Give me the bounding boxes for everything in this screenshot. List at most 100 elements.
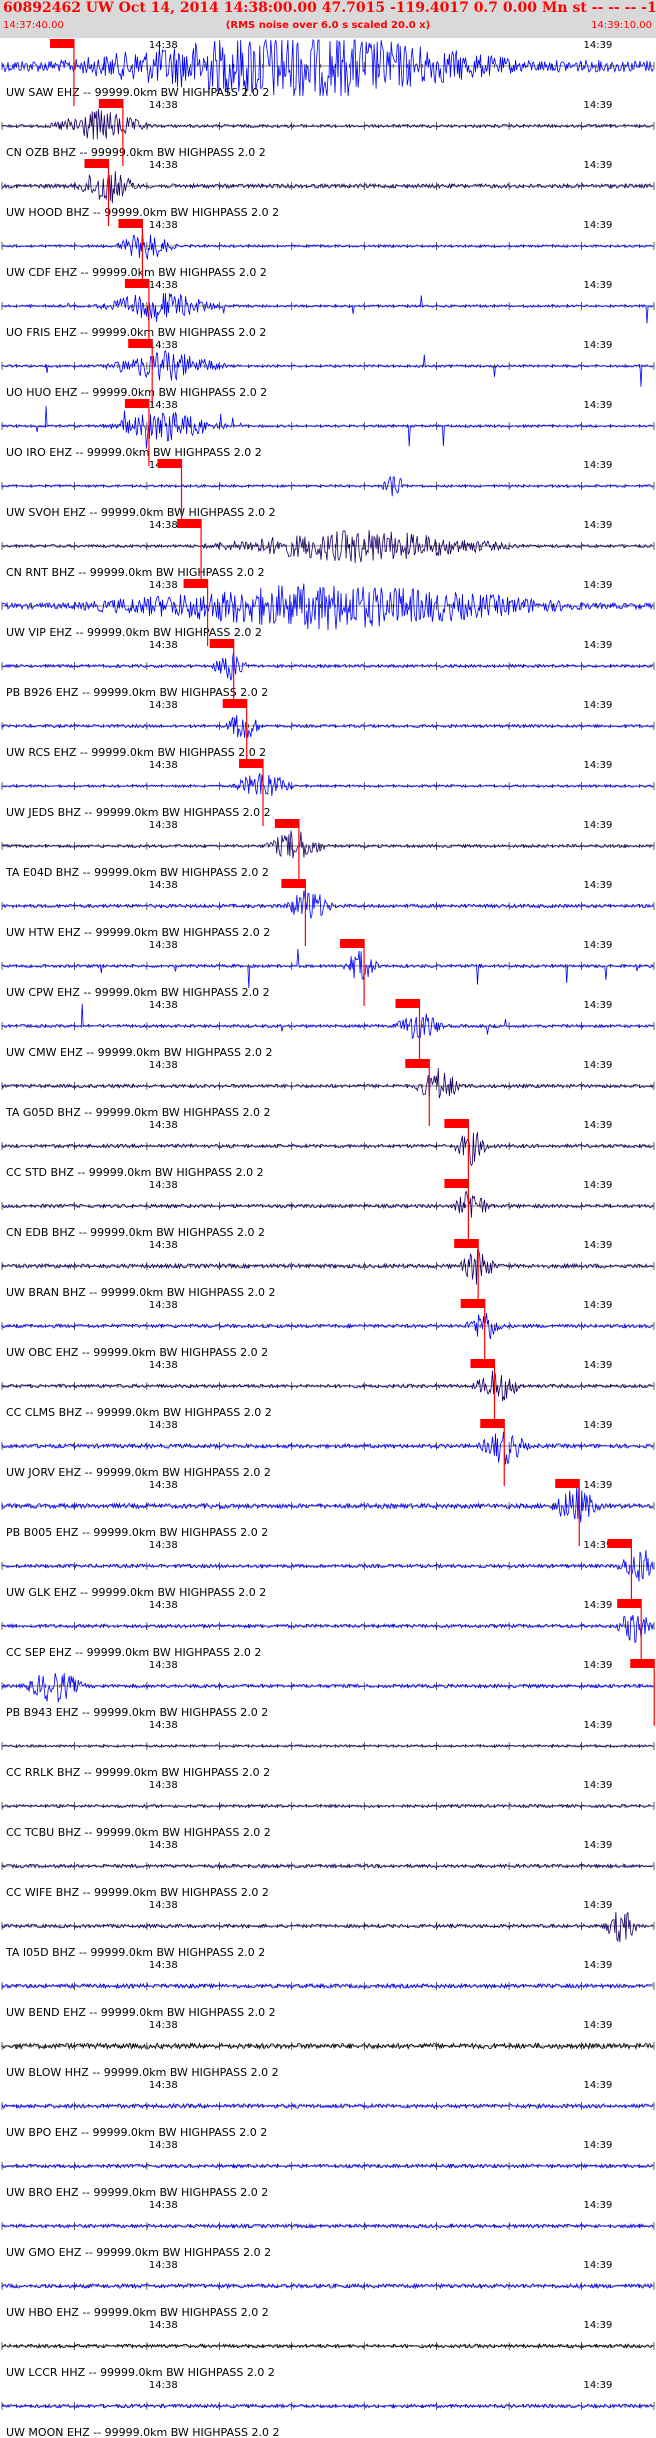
minute-label: 14:38 bbox=[149, 1780, 178, 1791]
waveform-trace bbox=[1, 1248, 654, 1285]
minute-label: 14:39 bbox=[584, 2020, 613, 2031]
minute-label: 14:38 bbox=[149, 760, 178, 771]
trace-row: 14:38 14:39 CC TCBU BHZ -- 99999.0km BW HI… bbox=[1, 1780, 655, 1839]
waveform-trace bbox=[1, 530, 654, 564]
minute-label: 14:38 bbox=[149, 2260, 178, 2271]
station-label: UW BRO EHZ -- 99999.0km BW HIGHPASS 2.0 … bbox=[6, 2186, 268, 2199]
pick-flag bbox=[98, 99, 123, 108]
pick-flag bbox=[617, 1599, 642, 1608]
pick-flag bbox=[555, 1479, 580, 1488]
trace-row: 14:3814:39UW SVOH EHZ -- 99999.0km BW HI… bbox=[1, 459, 655, 526]
trace-row: 14:38 14:39 UW LCCR HHZ -- 99999.0km BW HI… bbox=[1, 2320, 655, 2379]
pick-flag bbox=[49, 39, 74, 48]
minute-label: 14:39 bbox=[584, 1420, 613, 1431]
trace-row: 14:38 14:39 UW BEND EHZ -- 99999.0km BW HI… bbox=[1, 1960, 655, 2019]
minute-label: 14:39 bbox=[584, 280, 613, 291]
station-label: UW MOON EHZ -- 99999.0km BW HIGHPASS 2.0… bbox=[6, 2426, 279, 2438]
trace-row: 14:38 14:39 CN EDB BHZ -- 99999.0km BW HIG… bbox=[1, 1179, 655, 1246]
pick-flag bbox=[118, 219, 143, 228]
trace-row: 14:38 14:39 UW JORV EHZ -- 99999.0km BW HI… bbox=[1, 1419, 655, 1486]
waveform-trace bbox=[1, 948, 654, 989]
waveform-trace bbox=[1, 583, 654, 631]
minute-label: 14:38 bbox=[149, 2080, 178, 2091]
rms-note: (RMS noise over 6.0 s scaled 20.0 x) bbox=[225, 20, 431, 31]
minute-label: 14:39 bbox=[584, 1480, 613, 1491]
minute-label: 14:38 bbox=[149, 580, 178, 591]
minute-label: 14:39 bbox=[584, 1240, 613, 1251]
minute-label: 14:39 bbox=[584, 1840, 613, 1851]
waveform-trace bbox=[1, 1067, 654, 1099]
minute-label: 14:38 bbox=[149, 1540, 178, 1551]
station-label: UW BEND EHZ -- 99999.0km BW HIGHPASS 2.0… bbox=[6, 2006, 276, 2019]
minute-label: 14:39 bbox=[584, 1000, 613, 1011]
pick-flag bbox=[128, 339, 153, 348]
end-time: 14:39:10.00 bbox=[591, 20, 652, 31]
trace-row: 14:38 14:39 UO FRIS EHZ -- 99999.0km BW HI… bbox=[1, 279, 655, 346]
minute-label: 14:38 bbox=[149, 100, 178, 111]
trace-row: 14:38 14:39 CN OZB BHZ -- 99999.0km BW HIG… bbox=[1, 99, 655, 166]
minute-label: 14:38 bbox=[149, 1120, 178, 1131]
minute-label: 14:38 bbox=[149, 640, 178, 651]
waveform-trace bbox=[1, 1744, 654, 1749]
minute-label: 14:38 bbox=[149, 520, 178, 531]
waveform-trace bbox=[1, 714, 654, 738]
station-label: UW LCCR HHZ -- 99999.0km BW HIGHPASS 2.0… bbox=[6, 2366, 275, 2379]
station-label: CC RRLK BHZ -- 99999.0km BW HIGHPASS 2.0… bbox=[6, 1766, 270, 1779]
station-label: UO HUO EHZ -- 99999.0km BW HIGHPASS 2.0 … bbox=[6, 386, 267, 399]
trace-row: 14:38 14:39 UW GMO EHZ -- 99999.0km BW HIG… bbox=[1, 2200, 655, 2259]
station-label: UW SVOH EHZ -- 99999.0km BW HIGHPASS 2.0… bbox=[6, 506, 276, 519]
trace-row: 14:38 14:39 UW VIP EHZ -- 99999.0km BW HIG… bbox=[1, 579, 655, 646]
pick-flag bbox=[444, 1119, 469, 1128]
trace-row: 14:38 14:39 CC STD BHZ -- 99999.0km BW HIG… bbox=[1, 1119, 655, 1186]
minute-label: 14:39 bbox=[584, 2260, 613, 2271]
trace-row: 14:38 14:39 CC SEP EHZ -- 99999.0km BW HIG… bbox=[1, 1599, 655, 1666]
pick-flag bbox=[444, 1179, 469, 1188]
minute-label: 14:39 bbox=[584, 220, 613, 231]
pick-flag bbox=[630, 1659, 655, 1668]
station-label: UW GMO EHZ -- 99999.0km BW HIGHPASS 2.0 … bbox=[6, 2246, 271, 2259]
pick-flag bbox=[274, 819, 299, 828]
waveform-trace bbox=[1, 890, 654, 919]
pick-flag bbox=[607, 1539, 632, 1548]
minute-label: 14:38 bbox=[149, 2380, 178, 2391]
minute-label: 14:38 bbox=[149, 160, 178, 171]
minute-label: 14:38 bbox=[149, 220, 178, 231]
pick-flag bbox=[454, 1239, 479, 1248]
trace-row: 14:38 14:39 UW BRO EHZ -- 99999.0km BW HIG… bbox=[1, 2140, 655, 2199]
pick-flag bbox=[281, 879, 306, 888]
trace-row: 14:38 14:39 UO IRO EHZ -- 99999.0km BW HIG… bbox=[1, 399, 655, 466]
waveform-trace bbox=[1, 108, 654, 140]
station-label: CC STD BHZ -- 99999.0km BW HIGHPASS 2.0 … bbox=[6, 1166, 264, 1179]
minute-label: 14:39 bbox=[584, 460, 613, 471]
trace-row: 14:38 14:39 UW JEDS BHZ -- 99999.0km BW HI… bbox=[1, 759, 655, 826]
trace-row: 14:38 14:39 CC WIFE BHZ -- 99999.0km BW HI… bbox=[1, 1840, 655, 1899]
station-label: UW BPO EHZ -- 99999.0km BW HIGHPASS 2.0 … bbox=[6, 2126, 267, 2139]
header-bar: 60892462 UW Oct 14, 2014 14:38:00.00 47.… bbox=[0, 0, 656, 38]
station-label: UW RCS EHZ -- 99999.0km BW HIGHPASS 2.0 … bbox=[6, 746, 266, 759]
station-label: CN EDB BHZ -- 99999.0km BW HIGHPASS 2.0 … bbox=[6, 1226, 265, 1239]
minute-label: 14:39 bbox=[584, 1960, 613, 1971]
pick-flag bbox=[480, 1419, 505, 1428]
minute-label: 14:38 bbox=[149, 2140, 178, 2151]
minute-label: 14:39 bbox=[584, 1660, 613, 1671]
minute-label: 14:39 bbox=[584, 1900, 613, 1911]
trace-row: 14:38 14:39 PB B943 EHZ -- 99999.0km BW HI… bbox=[1, 1659, 655, 1726]
station-label: UW OBC EHZ -- 99999.0km BW HIGHPASS 2.0 … bbox=[6, 1346, 268, 1359]
waveform-trace bbox=[1, 1673, 654, 1703]
trace-row: 14:38 14:39 UW HTW EHZ -- 99999.0km BW HIG… bbox=[1, 879, 655, 946]
station-label: TA G05D BHZ -- 99999.0km BW HIGHPASS 2.0… bbox=[5, 1106, 270, 1119]
minute-label: 14:39 bbox=[584, 580, 613, 591]
minute-label: 14:39 bbox=[584, 640, 613, 651]
pick-flag bbox=[395, 999, 420, 1008]
minute-label: 14:38 bbox=[149, 1600, 178, 1611]
waveform-trace bbox=[1, 1132, 654, 1167]
minute-label: 14:38 bbox=[149, 400, 178, 411]
station-label: UW BLOW HHZ -- 99999.0km BW HIGHPASS 2.0… bbox=[6, 2066, 279, 2079]
pick-flag bbox=[340, 939, 365, 948]
trace-row: 14:38 14:39 UW SAW EHZ -- 99999.0km BW HIG… bbox=[1, 38, 655, 106]
minute-label: 14:39 bbox=[584, 400, 613, 411]
pick-flag bbox=[239, 759, 264, 768]
trace-row: 14:38 14:39 UW OBC EHZ -- 99999.0km BW HIG… bbox=[1, 1299, 655, 1366]
trace-row: 14:38 14:39 CC CLMS BHZ -- 99999.0km BW HI… bbox=[1, 1359, 655, 1426]
waveform-trace bbox=[1, 1003, 654, 1040]
